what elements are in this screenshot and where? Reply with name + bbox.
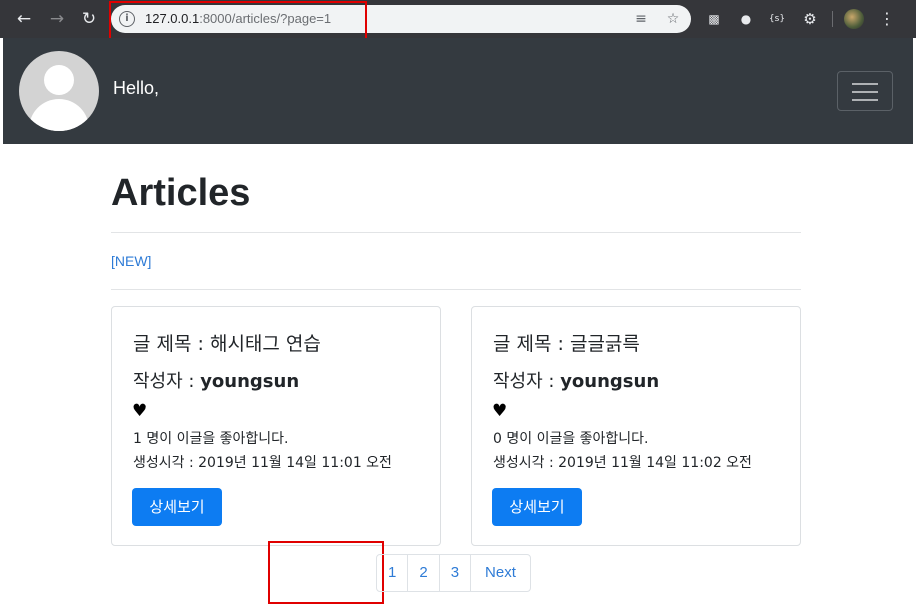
reload-icon[interactable]: ↻ [79, 9, 99, 29]
extension-card-icon[interactable]: ▩ [705, 10, 723, 28]
author-name: youngsun [560, 371, 660, 392]
highlight-box-url [109, 1, 367, 40]
article-card: 글 제목 : 글글긁륵 작성자 : youngsun ♥ 0 명이 이글을 좋아… [471, 306, 801, 546]
back-arrow-icon[interactable]: ← [14, 9, 34, 29]
divider [111, 232, 801, 233]
profile-avatar-icon[interactable] [844, 9, 864, 29]
heart-icon[interactable]: ♥ [492, 403, 507, 420]
greeting-text: Hello, [113, 78, 160, 98]
navbar-toggle-button[interactable] [837, 71, 893, 111]
page-title: Articles [111, 172, 251, 214]
article-title: 글 제목 : 해시태그 연습 [133, 329, 321, 356]
hamburger-line [852, 99, 878, 101]
created-time-text: 생성시각 : 2019년 11월 14일 11:02 오전 [493, 455, 752, 471]
hamburger-line [852, 91, 878, 93]
bookmark-star-icon[interactable]: ☆ [665, 11, 681, 27]
page-link-2[interactable]: 2 [407, 555, 438, 591]
article-card: 글 제목 : 해시태그 연습 작성자 : youngsun ♥ 1 명이 이글을… [111, 306, 441, 546]
translate-icon[interactable]: ≡ [633, 11, 649, 27]
pagination: 1 2 3 Next [376, 554, 531, 592]
heart-icon[interactable]: ♥ [132, 403, 147, 420]
author-label: 작성자 : [133, 371, 201, 392]
toolbar-divider [832, 11, 833, 27]
highlight-box-pagination [268, 541, 384, 604]
title-label: 글 제목 : [493, 333, 570, 355]
site-navbar: Hello, [3, 38, 913, 144]
gear-icon[interactable]: ⚙ [801, 10, 819, 28]
user-avatar [19, 51, 99, 131]
like-count-text: 1 명이 이글을 좋아합니다. [133, 431, 289, 447]
detail-button[interactable]: 상세보기 [132, 488, 222, 526]
article-title: 글 제목 : 글글긁륵 [493, 329, 640, 356]
author-name: youngsun [200, 371, 300, 392]
divider [111, 289, 801, 290]
menu-kebab-icon[interactable]: ⋮ [878, 10, 896, 28]
new-article-link[interactable]: [NEW] [111, 253, 151, 269]
page-link-3[interactable]: 3 [438, 555, 470, 591]
title-value: 글글긁륵 [569, 333, 640, 355]
forward-arrow-icon[interactable]: → [47, 9, 67, 29]
detail-button[interactable]: 상세보기 [492, 488, 582, 526]
page-link-1[interactable]: 1 [377, 555, 407, 591]
article-author: 작성자 : youngsun [493, 367, 659, 393]
created-time-text: 생성시각 : 2019년 11월 14일 11:01 오전 [133, 455, 392, 471]
avatar-head [44, 65, 74, 95]
article-author: 작성자 : youngsun [133, 367, 299, 393]
extension-braces-icon[interactable]: {s} [768, 10, 786, 28]
hamburger-line [852, 83, 878, 85]
extension-circle-icon[interactable]: ● [737, 10, 755, 28]
next-page-link[interactable]: Next [470, 555, 530, 591]
title-label: 글 제목 : [133, 333, 210, 355]
author-label: 작성자 : [493, 371, 561, 392]
avatar-body [29, 99, 89, 131]
title-value: 해시태그 연습 [209, 333, 321, 355]
like-count-text: 0 명이 이글을 좋아합니다. [493, 431, 649, 447]
